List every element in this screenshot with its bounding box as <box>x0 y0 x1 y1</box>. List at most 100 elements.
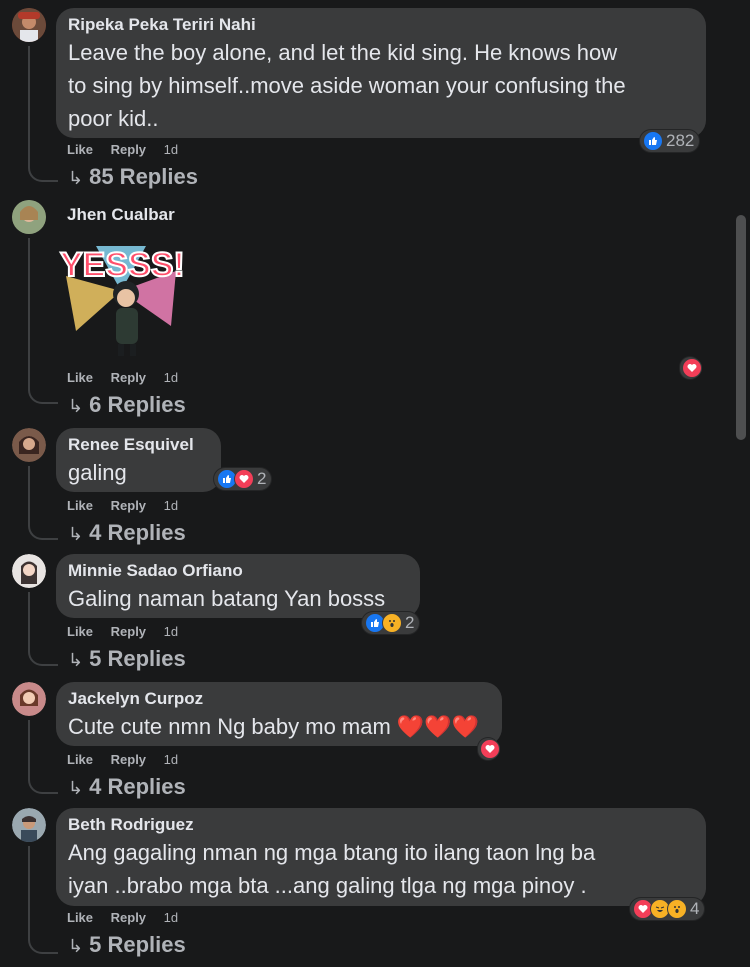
replies-count: 85 Replies <box>89 164 198 189</box>
thread-line <box>28 592 30 650</box>
like-reaction-icon <box>643 131 663 151</box>
comment-text-line: iyan ..brabo mga bta ...ang galing tlga … <box>68 873 587 898</box>
comment-bubble: Ripeka Peka Teriri Nahi Leave the boy al… <box>56 8 706 138</box>
reply-button[interactable]: Reply <box>111 910 146 925</box>
sticker-text: YESSS! <box>60 246 185 284</box>
reaction-count: 4 <box>690 899 700 918</box>
thread-line <box>28 846 30 938</box>
reaction-summary[interactable]: 2 <box>362 612 420 634</box>
view-replies-link[interactable]: ↳ 4 Replies <box>68 520 186 546</box>
avatar[interactable] <box>12 554 46 588</box>
reply-arrow-icon: ↳ <box>68 168 84 188</box>
love-reaction-icon <box>479 739 500 759</box>
like-button[interactable]: Like <box>67 752 93 767</box>
comment-actions: Like Reply 1d <box>67 498 192 513</box>
comment: Beth Rodriguez Ang gagaling nman ng mga … <box>0 808 730 966</box>
replies-count: 5 Replies <box>89 646 186 671</box>
like-button[interactable]: Like <box>67 624 93 639</box>
yesss-sticker[interactable]: YESSS! <box>56 236 186 361</box>
thread-line <box>28 238 30 388</box>
comment-author[interactable]: Ripeka Peka Teriri Nahi <box>68 14 694 36</box>
view-replies-link[interactable]: ↳ 5 Replies <box>68 932 186 958</box>
reply-button[interactable]: Reply <box>111 498 146 513</box>
avatar[interactable] <box>12 200 46 234</box>
reply-button[interactable]: Reply <box>111 370 146 385</box>
comment-time[interactable]: 1d <box>164 752 178 767</box>
thread-line <box>28 46 30 166</box>
view-replies-link[interactable]: ↳ 85 Replies <box>68 164 198 190</box>
reaction-summary[interactable]: 4 <box>630 898 705 920</box>
comment-time[interactable]: 1d <box>164 142 178 157</box>
reaction-summary[interactable]: 2 <box>214 468 272 490</box>
reaction-count: 282 <box>666 131 695 150</box>
comment: Jackelyn Curpoz Cute cute nmn Ng baby mo… <box>0 682 730 804</box>
comment-author[interactable]: Jhen Cualbar <box>67 204 175 226</box>
replies-count: 4 Replies <box>89 774 186 799</box>
avatar[interactable] <box>12 808 46 842</box>
reply-button[interactable]: Reply <box>111 752 146 767</box>
thread-curve <box>28 164 58 182</box>
comment-bubble: Jackelyn Curpoz Cute cute nmn Ng baby mo… <box>56 682 502 746</box>
comment-bubble: Beth Rodriguez Ang gagaling nman ng mga … <box>56 808 706 906</box>
view-replies-link[interactable]: ↳ 6 Replies <box>68 392 186 418</box>
replies-count: 4 Replies <box>89 520 186 545</box>
like-button[interactable]: Like <box>67 910 93 925</box>
thread-curve <box>28 648 58 666</box>
reaction-summary[interactable] <box>478 738 500 760</box>
thread-curve <box>28 386 58 404</box>
replies-count: 5 Replies <box>89 932 186 957</box>
reply-arrow-icon: ↳ <box>68 524 84 544</box>
avatar[interactable] <box>12 8 46 42</box>
comment-author[interactable]: Minnie Sadao Orfiano <box>68 560 408 582</box>
avatar[interactable] <box>12 682 46 716</box>
love-reaction-icon <box>234 469 254 489</box>
thread-curve <box>28 936 58 954</box>
reaction-count: 2 <box>257 469 267 488</box>
comment-text-line: galing <box>68 460 127 485</box>
comment-actions: Like Reply 1d <box>67 370 192 385</box>
comment-actions: Like Reply 1d <box>67 142 192 157</box>
comment-bubble: Minnie Sadao Orfiano Galing naman batang… <box>56 554 420 618</box>
comment-actions: Like Reply 1d <box>67 910 192 925</box>
comment-time[interactable]: 1d <box>164 910 178 925</box>
wow-reaction-icon <box>667 899 687 919</box>
comment: Jhen Cualbar YESSS! Like Reply 1d ↳ 6 Rep… <box>0 200 730 420</box>
comment-time[interactable]: 1d <box>164 370 178 385</box>
love-reaction-icon <box>681 358 702 378</box>
view-replies-link[interactable]: ↳ 5 Replies <box>68 646 186 672</box>
reply-arrow-icon: ↳ <box>68 650 84 670</box>
comment-text-line: Ang gagaling nman ng mga btang ito ilang… <box>68 840 596 865</box>
comment-actions: Like Reply 1d <box>67 752 192 767</box>
comment-author[interactable]: Beth Rodriguez <box>68 814 694 836</box>
scrollbar-thumb[interactable] <box>736 215 746 440</box>
comment-text-line: Cute cute nmn Ng baby mo mam ❤️❤️❤️ <box>68 714 480 739</box>
reaction-summary[interactable]: 282 <box>640 130 700 152</box>
thread-line <box>28 720 30 778</box>
reaction-summary[interactable] <box>680 357 702 379</box>
reply-button[interactable]: Reply <box>111 624 146 639</box>
comment-text-line: Leave the boy alone, and let the kid sin… <box>68 40 618 65</box>
thread-line <box>28 466 30 524</box>
reply-button[interactable]: Reply <box>111 142 146 157</box>
comment: Renee Esquivel galing 2 Like Reply 1d ↳ 4… <box>0 428 730 550</box>
reaction-count: 2 <box>405 613 415 632</box>
comment-text-line: Galing naman batang Yan bosss <box>68 586 386 611</box>
reply-arrow-icon: ↳ <box>68 936 84 956</box>
view-replies-link[interactable]: ↳ 4 Replies <box>68 774 186 800</box>
wow-reaction-icon <box>382 613 402 633</box>
like-button[interactable]: Like <box>67 142 93 157</box>
replies-count: 6 Replies <box>89 392 186 417</box>
comment-author[interactable]: Jackelyn Curpoz <box>68 688 490 710</box>
comment-time[interactable]: 1d <box>164 498 178 513</box>
like-button[interactable]: Like <box>67 498 93 513</box>
like-button[interactable]: Like <box>67 370 93 385</box>
comment-time[interactable]: 1d <box>164 624 178 639</box>
thread-curve <box>28 522 58 540</box>
thread-curve <box>28 776 58 794</box>
comment: Minnie Sadao Orfiano Galing naman batang… <box>0 554 730 676</box>
comment-author[interactable]: Renee Esquivel <box>68 434 209 456</box>
reply-arrow-icon: ↳ <box>68 396 84 416</box>
avatar[interactable] <box>12 428 46 462</box>
reply-arrow-icon: ↳ <box>68 778 84 798</box>
comment-bubble: Renee Esquivel galing <box>56 428 221 492</box>
